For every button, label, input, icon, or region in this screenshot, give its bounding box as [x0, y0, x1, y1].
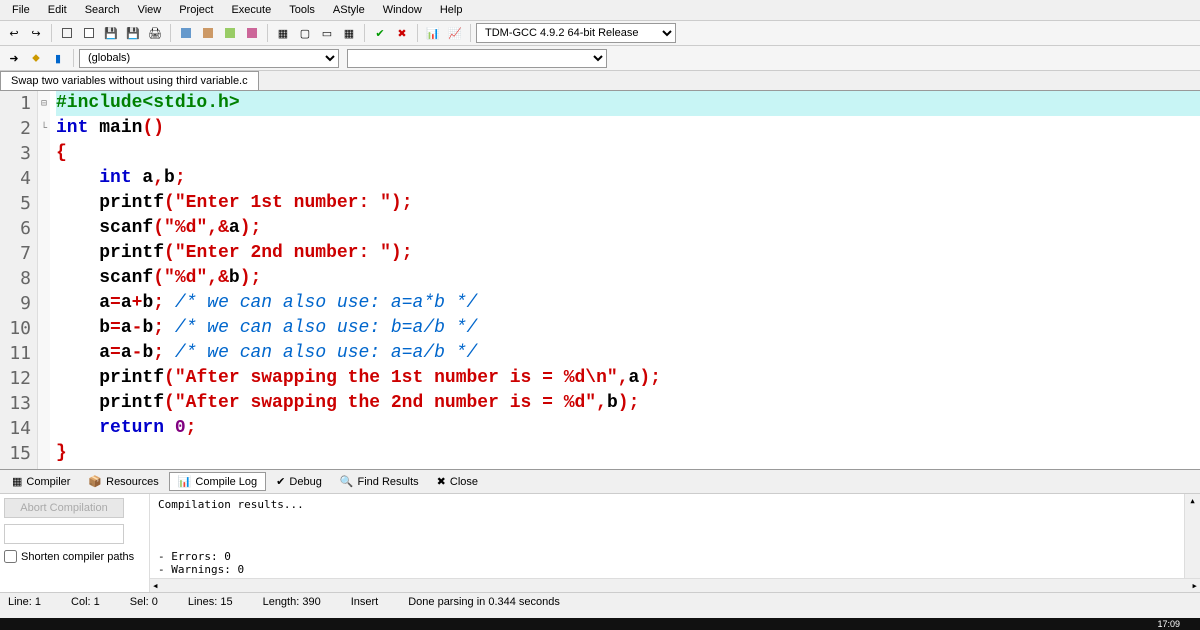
menu-help[interactable]: Help: [432, 2, 471, 18]
bottom-tab-compiler[interactable]: ▦ Compiler: [4, 472, 78, 491]
check-icon[interactable]: ✔: [370, 23, 390, 43]
status-col: Col: 1: [71, 596, 100, 608]
cancel-icon[interactable]: ✖: [392, 23, 412, 43]
menu-astyle[interactable]: AStyle: [325, 2, 373, 18]
status-line: Line: 1: [8, 596, 41, 608]
grid4-icon[interactable]: ▦: [339, 23, 359, 43]
clock: 17:09: [1157, 619, 1180, 629]
command-box[interactable]: [4, 524, 124, 544]
menu-bar: FileEditSearchViewProjectExecuteToolsASt…: [0, 0, 1200, 21]
status-sel: Sel: 0: [130, 596, 158, 608]
status-lines: Lines: 15: [188, 596, 233, 608]
saveall-icon[interactable]: 💾: [123, 23, 143, 43]
tool-icon[interactable]: [176, 23, 196, 43]
bottom-tab-close[interactable]: ✖ Close: [429, 472, 486, 491]
grid-icon[interactable]: ▦: [273, 23, 293, 43]
log-output[interactable]: Compilation results... - Errors: 0- Warn…: [150, 494, 1200, 592]
menu-view[interactable]: View: [130, 2, 170, 18]
fold-gutter[interactable]: ⊟ └: [38, 91, 50, 469]
compile-log-panel: Abort Compilation Shorten compiler paths…: [0, 494, 1200, 592]
editor-tabs: Swap two variables without using third v…: [0, 71, 1200, 91]
menu-project[interactable]: Project: [171, 2, 221, 18]
menu-window[interactable]: Window: [375, 2, 430, 18]
main-toolbar: ↩ ↪ 💾 💾 🖨 ▦ ▢ ▭ ▦ ✔ ✖ 📊 📈 TDM-GCC 4.9.2 …: [0, 21, 1200, 46]
goto-icon[interactable]: ➜: [4, 48, 24, 68]
horizontal-scrollbar[interactable]: ◂▸: [150, 578, 1200, 592]
shorten-paths-checkbox[interactable]: Shorten compiler paths: [4, 550, 145, 563]
compiler-select[interactable]: TDM-GCC 4.9.2 64-bit Release: [476, 23, 676, 43]
code-area[interactable]: #include<stdio.h>int main(){ int a,b; pr…: [50, 91, 1200, 469]
member-select[interactable]: [347, 49, 607, 68]
grid2-icon[interactable]: ▢: [295, 23, 315, 43]
grid3-icon[interactable]: ▭: [317, 23, 337, 43]
tool3-icon[interactable]: [220, 23, 240, 43]
secondary-toolbar: ➜ ⬥ ▮ (globals): [0, 46, 1200, 71]
status-mode: Insert: [351, 596, 379, 608]
menu-search[interactable]: Search: [77, 2, 128, 18]
menu-file[interactable]: File: [4, 2, 38, 18]
tool2-icon[interactable]: [198, 23, 218, 43]
line-gutter: 123456789101112131415: [0, 91, 38, 469]
code-editor[interactable]: 123456789101112131415 ⊟ └ #include<stdio…: [0, 91, 1200, 469]
tool4-icon[interactable]: [242, 23, 262, 43]
print-icon[interactable]: 🖨: [145, 23, 165, 43]
chart-icon[interactable]: 📊: [423, 23, 443, 43]
file-tab[interactable]: Swap two variables without using third v…: [0, 71, 259, 90]
log-controls: Abort Compilation Shorten compiler paths: [0, 494, 150, 592]
save-icon[interactable]: 💾: [101, 23, 121, 43]
new-icon[interactable]: [79, 23, 99, 43]
stats-icon[interactable]: 📈: [445, 23, 465, 43]
menu-edit[interactable]: Edit: [40, 2, 75, 18]
taskbar: 17:09: [0, 618, 1200, 630]
bottom-tab-debug[interactable]: ✔ Debug: [268, 472, 330, 491]
bottom-tab-resources[interactable]: 📦 Resources: [80, 472, 166, 491]
square-icon[interactable]: [57, 23, 77, 43]
back-icon[interactable]: ↩: [4, 23, 24, 43]
status-msg: Done parsing in 0.344 seconds: [408, 596, 560, 608]
debug-icon[interactable]: ▮: [48, 48, 68, 68]
vertical-scrollbar[interactable]: ▴: [1184, 494, 1200, 578]
bottom-tab-find-results[interactable]: 🔍 Find Results: [332, 472, 427, 491]
bookmark-icon[interactable]: ⬥: [26, 48, 46, 68]
status-bar: Line: 1 Col: 1 Sel: 0 Lines: 15 Length: …: [0, 592, 1200, 611]
menu-tools[interactable]: Tools: [281, 2, 323, 18]
scope-select[interactable]: (globals): [79, 49, 339, 68]
bottom-panel-tabs: ▦ Compiler📦 Resources📊 Compile Log✔ Debu…: [0, 469, 1200, 494]
bottom-tab-compile-log[interactable]: 📊 Compile Log: [169, 472, 266, 491]
status-length: Length: 390: [263, 596, 321, 608]
menu-execute[interactable]: Execute: [223, 2, 279, 18]
abort-button: Abort Compilation: [4, 498, 124, 518]
forward-icon[interactable]: ↪: [26, 23, 46, 43]
